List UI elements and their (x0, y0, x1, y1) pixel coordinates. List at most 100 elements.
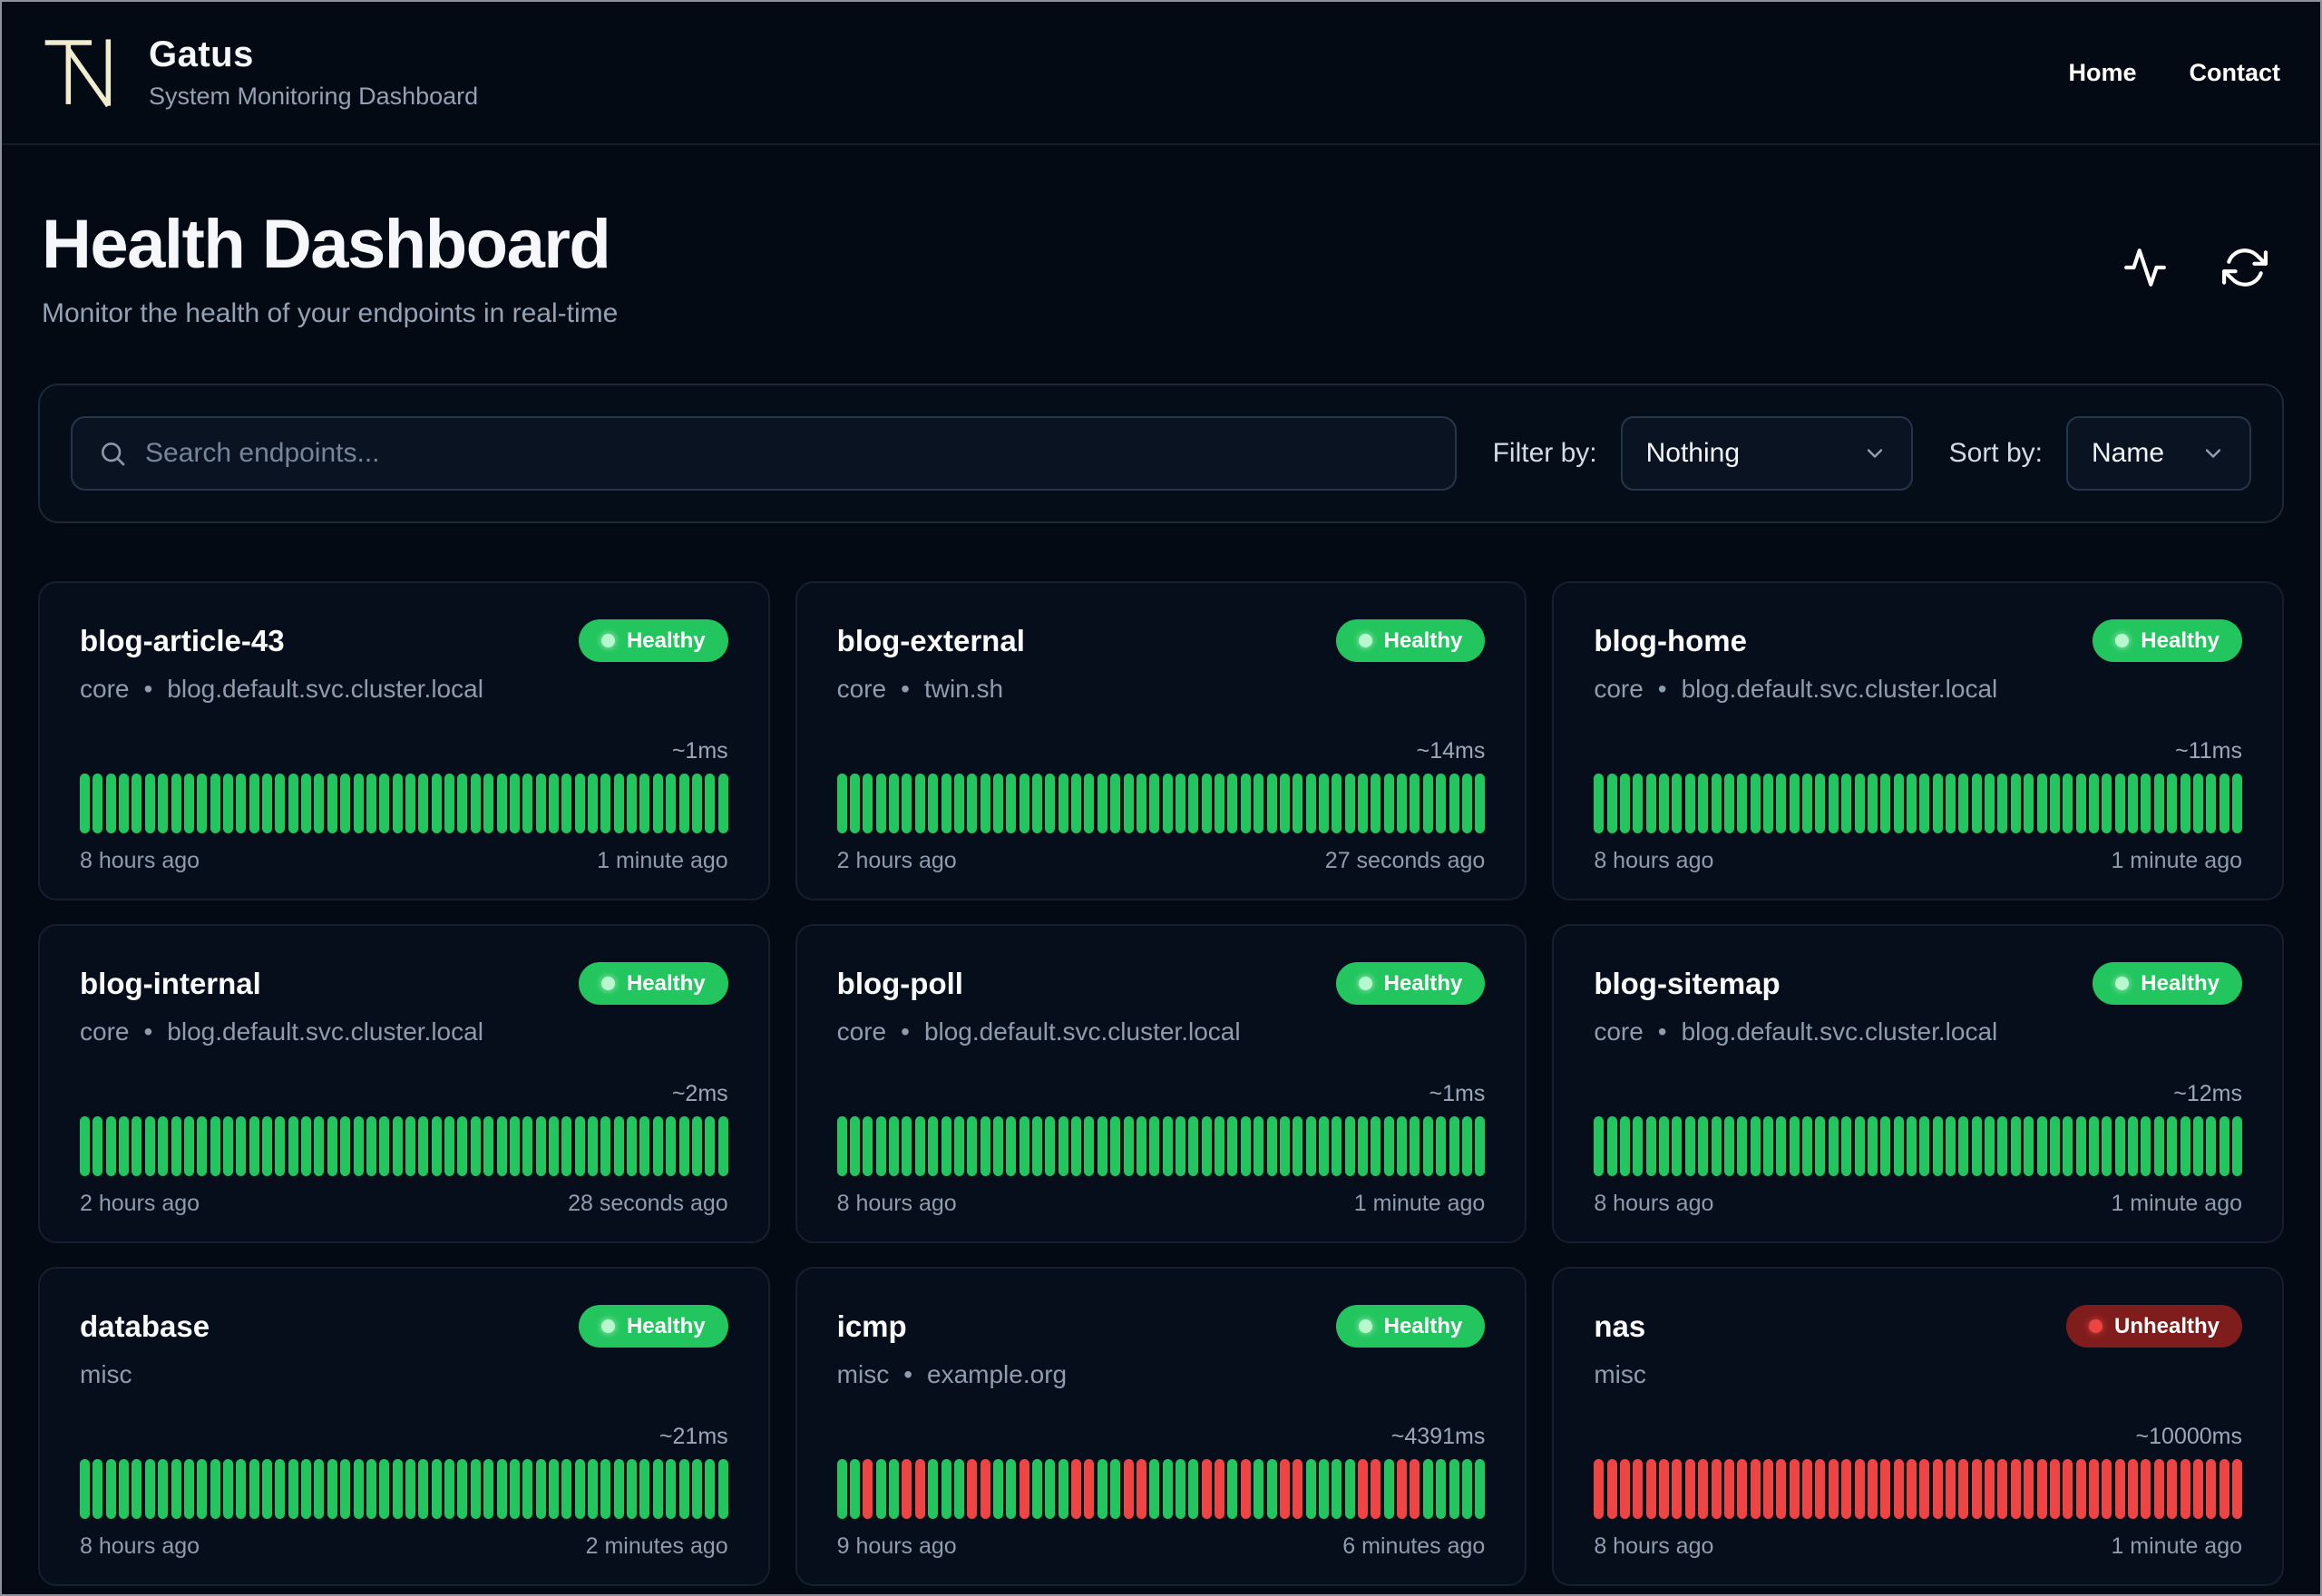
history-bar[interactable] (1227, 1116, 1238, 1176)
history-bar[interactable] (457, 1459, 468, 1519)
history-bar[interactable] (1461, 1116, 1472, 1176)
history-bar[interactable] (902, 774, 912, 833)
history-bar[interactable] (80, 774, 90, 833)
history-bar[interactable] (183, 774, 194, 833)
history-bar[interactable] (1633, 774, 1644, 833)
history-bar[interactable] (1032, 1116, 1043, 1176)
history-bar[interactable] (1410, 1116, 1420, 1176)
history-bar[interactable] (1305, 1459, 1316, 1519)
history-bar[interactable] (457, 1116, 468, 1176)
history-bar[interactable] (1971, 774, 1982, 833)
history-bar[interactable] (1136, 1459, 1146, 1519)
history-bar[interactable] (967, 1116, 978, 1176)
history-bar[interactable] (2024, 1116, 2034, 1176)
history-bar[interactable] (1620, 1459, 1631, 1519)
history-bar[interactable] (2075, 774, 2086, 833)
history-bar[interactable] (1594, 1459, 1605, 1519)
history-bar[interactable] (1645, 1116, 1656, 1176)
history-bar[interactable] (1422, 1116, 1433, 1176)
history-bar[interactable] (1854, 1116, 1865, 1176)
history-bar[interactable] (613, 1116, 624, 1176)
history-bar[interactable] (1110, 1459, 1121, 1519)
history-bar[interactable] (1254, 1116, 1264, 1176)
history-bar[interactable] (275, 1459, 286, 1519)
history-bar[interactable] (863, 1459, 873, 1519)
history-bar[interactable] (1279, 774, 1290, 833)
history-bar[interactable] (236, 774, 247, 833)
history-bar[interactable] (483, 1459, 494, 1519)
history-bar[interactable] (1227, 774, 1238, 833)
history-bar[interactable] (496, 1116, 507, 1176)
history-bar[interactable] (327, 1459, 337, 1519)
history-bar[interactable] (1594, 1116, 1605, 1176)
history-bar[interactable] (1711, 774, 1722, 833)
history-bar[interactable] (314, 1116, 325, 1176)
history-bar[interactable] (1698, 1459, 1709, 1519)
history-bar[interactable] (875, 774, 886, 833)
history-bar[interactable] (1110, 1116, 1121, 1176)
history-bar[interactable] (1841, 1459, 1852, 1519)
history-bar[interactable] (1227, 1459, 1238, 1519)
history-bar[interactable] (902, 1116, 912, 1176)
history-bar[interactable] (197, 1459, 208, 1519)
history-bar[interactable] (2114, 1116, 2125, 1176)
history-bar[interactable] (2153, 1459, 2164, 1519)
history-bar[interactable] (1620, 774, 1631, 833)
history-bar[interactable] (1019, 1459, 1029, 1519)
history-bar[interactable] (2036, 1459, 2047, 1519)
uptime-history[interactable] (80, 774, 728, 833)
history-bar[interactable] (2128, 1116, 2139, 1176)
history-bar[interactable] (275, 774, 286, 833)
history-bar[interactable] (366, 1116, 376, 1176)
history-bar[interactable] (1946, 774, 1956, 833)
endpoint-card[interactable]: blog-sitemap Healthy core • blog.default… (1552, 924, 2284, 1243)
history-bar[interactable] (875, 1459, 886, 1519)
filter-select[interactable]: Nothing (1620, 416, 1913, 491)
history-bar[interactable] (1958, 774, 1969, 833)
history-bar[interactable] (2128, 1459, 2139, 1519)
history-bar[interactable] (405, 774, 415, 833)
history-bar[interactable] (980, 774, 990, 833)
history-bar[interactable] (1475, 1459, 1486, 1519)
history-bar[interactable] (93, 774, 103, 833)
history-bar[interactable] (600, 774, 611, 833)
history-bar[interactable] (1723, 774, 1734, 833)
history-bar[interactable] (2088, 774, 2099, 833)
uptime-history[interactable] (836, 1116, 1486, 1176)
history-bar[interactable] (1449, 1116, 1459, 1176)
history-bar[interactable] (535, 1116, 546, 1176)
history-bar[interactable] (2206, 1459, 2217, 1519)
history-bar[interactable] (2075, 1116, 2086, 1176)
history-bar[interactable] (1045, 774, 1056, 833)
history-bar[interactable] (836, 774, 847, 833)
history-bar[interactable] (1932, 1459, 1943, 1519)
endpoint-card[interactable]: nas Unhealthy misc ~10000ms 8 hours ago … (1552, 1267, 2284, 1586)
history-bar[interactable] (1475, 1116, 1486, 1176)
history-bar[interactable] (980, 1116, 990, 1176)
history-bar[interactable] (2114, 1459, 2125, 1519)
history-bar[interactable] (1266, 1459, 1277, 1519)
uptime-history[interactable] (836, 1459, 1486, 1519)
history-bar[interactable] (1410, 774, 1420, 833)
history-bar[interactable] (1997, 1116, 2008, 1176)
history-bar[interactable] (1397, 1116, 1408, 1176)
history-bar[interactable] (1776, 774, 1787, 833)
history-bar[interactable] (1789, 1116, 1800, 1176)
history-bar[interactable] (2049, 1116, 2060, 1176)
history-bar[interactable] (236, 1116, 247, 1176)
history-bar[interactable] (1058, 774, 1068, 833)
history-bar[interactable] (967, 1459, 978, 1519)
history-bar[interactable] (1201, 1116, 1212, 1176)
history-bar[interactable] (1449, 1459, 1459, 1519)
history-bar[interactable] (1215, 774, 1225, 833)
history-bar[interactable] (1919, 1116, 1930, 1176)
history-bar[interactable] (717, 1116, 728, 1176)
history-bar[interactable] (1422, 774, 1433, 833)
history-bar[interactable] (2049, 774, 2060, 833)
history-bar[interactable] (222, 774, 233, 833)
history-bar[interactable] (105, 774, 116, 833)
history-bar[interactable] (1006, 1116, 1017, 1176)
history-bar[interactable] (144, 1459, 155, 1519)
history-bar[interactable] (1828, 1459, 1839, 1519)
history-bar[interactable] (457, 774, 468, 833)
